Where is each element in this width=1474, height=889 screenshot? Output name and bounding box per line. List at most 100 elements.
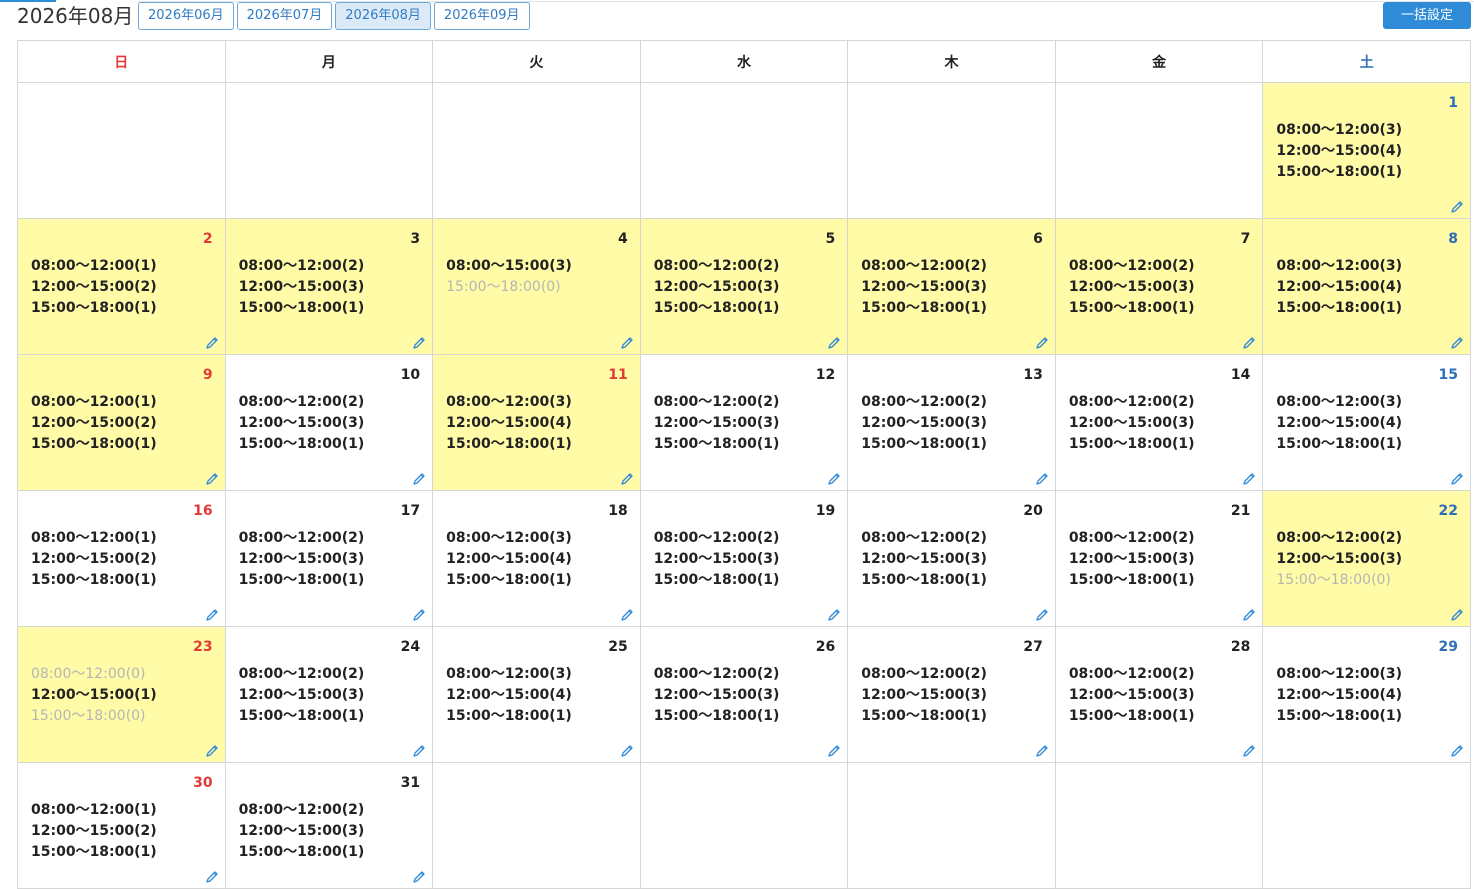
time-slot: 12:00〜15:00(1) [31, 687, 157, 703]
day-cell-sun[interactable]: 30 08:00〜12:00(1) 12:00〜15:00(2) 15:00〜18:0… [17, 762, 226, 889]
time-slot: 08:00〜12:00(1) [31, 258, 157, 274]
pencil-icon[interactable] [205, 608, 219, 622]
time-slot: 08:00〜12:00(3) [446, 394, 572, 410]
time-slot: 08:00〜12:00(2) [238, 258, 365, 274]
time-slot: 12:00〜15:00(2) [31, 279, 157, 295]
day-number: 25 [608, 639, 628, 655]
day-cell-fri[interactable]: 14 08:00〜12:00(2) 12:00〜15:00(3) 15:00〜18:0… [1054, 354, 1264, 491]
day-cell-tue[interactable]: 11 08:00〜12:00(3) 12:00〜15:00(4) 15:00〜18:0… [432, 354, 641, 491]
pencil-icon[interactable] [412, 608, 426, 622]
pencil-icon[interactable] [412, 870, 426, 884]
pencil-icon[interactable] [205, 336, 219, 350]
tab-2026-06[interactable]: 2026年06月 [138, 2, 234, 30]
pencil-icon[interactable] [1450, 608, 1464, 622]
pencil-icon[interactable] [1450, 336, 1464, 350]
pencil-icon[interactable] [1242, 608, 1256, 622]
pencil-icon[interactable] [205, 472, 219, 486]
time-slot: 15:00〜18:00(1) [1068, 572, 1195, 588]
pencil-icon[interactable] [620, 472, 634, 486]
month-tabs: 2026年06月 2026年07月 2026年08月 2026年09月 [138, 2, 530, 30]
pencil-icon[interactable] [412, 472, 426, 486]
tab-2026-08[interactable]: 2026年08月 [335, 2, 431, 30]
pencil-icon[interactable] [1450, 472, 1464, 486]
pencil-icon[interactable] [1242, 744, 1256, 758]
day-cell-sat[interactable]: 8 08:00〜12:00(3) 12:00〜15:00(4) 15:00〜18:00… [1262, 218, 1471, 355]
time-slot: 12:00〜15:00(3) [1068, 415, 1195, 431]
time-slot-list: 08:00〜12:00(1) 12:00〜15:00(2) 15:00〜18:00(… [31, 392, 157, 455]
day-cell-thu[interactable]: 6 08:00〜12:00(2) 12:00〜15:00(3) 15:00〜18:00… [847, 218, 1056, 355]
day-cell-thu[interactable]: 13 08:00〜12:00(2) 12:00〜15:00(3) 15:00〜18:0… [847, 354, 1056, 491]
day-cell-tue[interactable]: 25 08:00〜12:00(3) 12:00〜15:00(4) 15:00〜18:0… [432, 626, 641, 763]
time-slot: 08:00〜12:00(2) [238, 394, 365, 410]
time-slot-list: 08:00〜12:00(2) 12:00〜15:00(3) 15:00〜18:00(… [1276, 528, 1402, 591]
empty-day-cell [847, 762, 1056, 889]
day-cell-mon[interactable]: 31 08:00〜12:00(2) 12:00〜15:00(3) 15:00〜18:0… [224, 762, 434, 889]
day-cell-mon[interactable]: 17 08:00〜12:00(2) 12:00〜15:00(3) 15:00〜18:0… [224, 490, 434, 627]
time-slot: 15:00〜18:00(1) [1068, 300, 1195, 316]
pencil-icon[interactable] [1035, 744, 1049, 758]
pencil-icon[interactable] [412, 744, 426, 758]
day-cell-sun[interactable]: 23 08:00〜12:00(0) 12:00〜15:00(1) 15:00〜18:0… [17, 626, 226, 763]
day-cell-wed[interactable]: 19 08:00〜12:00(2) 12:00〜15:00(3) 15:00〜18:0… [639, 490, 849, 627]
day-number: 27 [1023, 639, 1043, 655]
day-cell-wed[interactable]: 5 08:00〜12:00(2) 12:00〜15:00(3) 15:00〜18:00… [639, 218, 849, 355]
day-cell-thu[interactable]: 20 08:00〜12:00(2) 12:00〜15:00(3) 15:00〜18:0… [847, 490, 1056, 627]
time-slot: 15:00〜18:00(1) [1068, 708, 1195, 724]
day-cell-wed[interactable]: 26 08:00〜12:00(2) 12:00〜15:00(3) 15:00〜18:0… [639, 626, 849, 763]
day-cell-sat[interactable]: 29 08:00〜12:00(3) 12:00〜15:00(4) 15:00〜18:0… [1262, 626, 1471, 763]
pencil-icon[interactable] [412, 336, 426, 350]
day-cell-sat[interactable]: 22 08:00〜12:00(2) 12:00〜15:00(3) 15:00〜18:0… [1262, 490, 1471, 627]
day-cell-sun[interactable]: 16 08:00〜12:00(1) 12:00〜15:00(2) 15:00〜18:0… [17, 490, 226, 627]
tab-2026-09[interactable]: 2026年09月 [433, 2, 530, 30]
day-cell-fri[interactable]: 7 08:00〜12:00(2) 12:00〜15:00(3) 15:00〜18:00… [1054, 218, 1264, 355]
day-cell-thu[interactable]: 27 08:00〜12:00(2) 12:00〜15:00(3) 15:00〜18:0… [847, 626, 1056, 763]
time-slot: 08:00〜12:00(2) [238, 802, 365, 818]
day-cell-sat[interactable]: 1 08:00〜12:00(3) 12:00〜15:00(4) 15:00〜18:00… [1262, 82, 1471, 219]
day-number: 19 [815, 503, 836, 519]
weekday-thu: 木 [847, 40, 1056, 83]
day-cell-fri[interactable]: 21 08:00〜12:00(2) 12:00〜15:00(3) 15:00〜18:0… [1054, 490, 1264, 627]
time-slot: 15:00〜18:00(1) [446, 708, 572, 724]
pencil-icon[interactable] [620, 744, 634, 758]
time-slot: 15:00〜18:00(1) [1276, 300, 1403, 316]
pencil-icon[interactable] [1242, 336, 1256, 350]
pencil-icon[interactable] [1035, 336, 1049, 350]
pencil-icon[interactable] [620, 336, 634, 350]
day-cell-mon[interactable]: 3 08:00〜12:00(2) 12:00〜15:00(3) 15:00〜18:00… [224, 218, 434, 355]
day-cell-sat[interactable]: 15 08:00〜12:00(3) 12:00〜15:00(4) 15:00〜18:0… [1262, 354, 1471, 491]
pencil-icon[interactable] [205, 744, 219, 758]
pencil-icon[interactable] [827, 608, 841, 622]
day-number: 16 [193, 503, 213, 519]
time-slot: 08:00〜12:00(1) [31, 802, 157, 818]
pencil-icon[interactable] [827, 744, 841, 758]
day-cell-wed[interactable]: 12 08:00〜12:00(2) 12:00〜15:00(3) 15:00〜18:0… [639, 354, 849, 491]
day-cell-mon[interactable]: 10 08:00〜12:00(2) 12:00〜15:00(3) 15:00〜18:0… [224, 354, 434, 491]
pencil-icon[interactable] [1450, 200, 1464, 214]
day-cell-tue[interactable]: 4 08:00〜15:00(3) 15:00〜18:00(0) [432, 218, 641, 355]
bulk-settings-button[interactable]: 一括設定 [1383, 2, 1471, 29]
day-number: 5 [825, 231, 836, 247]
day-cell-sun[interactable]: 9 08:00〜12:00(1) 12:00〜15:00(2) 15:00〜18:00… [17, 354, 226, 491]
day-cell-fri[interactable]: 28 08:00〜12:00(2) 12:00〜15:00(3) 15:00〜18:0… [1054, 626, 1264, 763]
time-slot: 12:00〜15:00(3) [238, 823, 365, 839]
empty-day-cell [1262, 762, 1471, 889]
tab-2026-07[interactable]: 2026年07月 [236, 2, 333, 30]
day-number: 20 [1023, 503, 1043, 519]
empty-day-cell [432, 762, 641, 889]
time-slot: 08:00〜12:00(2) [1068, 258, 1195, 274]
pencil-icon[interactable] [1035, 608, 1049, 622]
day-cell-tue[interactable]: 18 08:00〜12:00(3) 12:00〜15:00(4) 15:00〜18:0… [432, 490, 641, 627]
pencil-icon[interactable] [205, 870, 219, 884]
pencil-icon[interactable] [1242, 472, 1256, 486]
day-cell-sun[interactable]: 2 08:00〜12:00(1) 12:00〜15:00(2) 15:00〜18:00… [17, 218, 226, 355]
pencil-icon[interactable] [827, 336, 841, 350]
pencil-icon[interactable] [1450, 744, 1464, 758]
pencil-icon[interactable] [827, 472, 841, 486]
time-slot: 12:00〜15:00(3) [653, 415, 780, 431]
pencil-icon[interactable] [620, 608, 634, 622]
time-slot: 15:00〜18:00(1) [653, 708, 780, 724]
pencil-icon[interactable] [1035, 472, 1049, 486]
time-slot: 12:00〜15:00(4) [446, 415, 572, 431]
day-cell-mon[interactable]: 24 08:00〜12:00(2) 12:00〜15:00(3) 15:00〜18:0… [224, 626, 434, 763]
day-number: 2 [202, 231, 213, 247]
